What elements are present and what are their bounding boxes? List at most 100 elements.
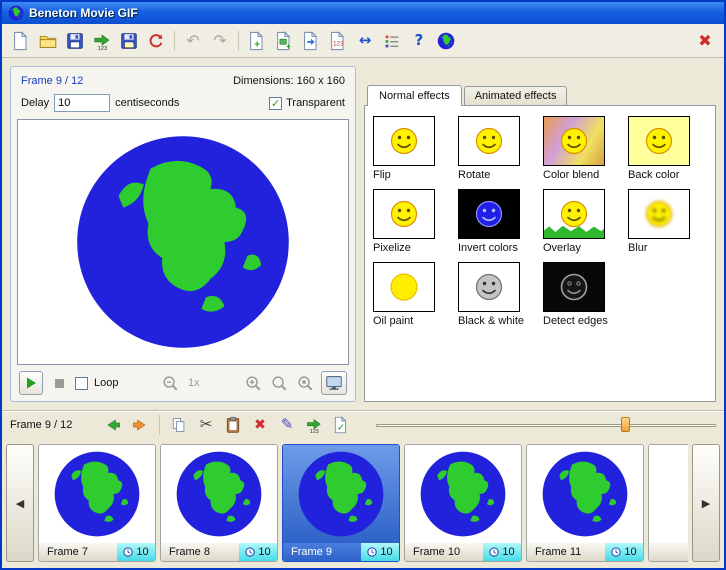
resize-button[interactable]: ↔: [352, 28, 378, 54]
copy-frame-button[interactable]: [167, 413, 191, 437]
slider-track[interactable]: [376, 423, 716, 427]
fullscreen-preview-button[interactable]: [321, 371, 348, 395]
svg-text:+: +: [286, 42, 291, 51]
close-button[interactable]: ✖: [692, 28, 718, 54]
add-frame-button[interactable]: +: [244, 28, 270, 54]
save-frames-button[interactable]: 123: [116, 28, 142, 54]
filmstrip-frame-partial[interactable]: [648, 444, 688, 562]
frame-name-label: Frame 11: [527, 543, 605, 561]
frame-delay-badge: 10: [239, 543, 277, 561]
cut-frame-button[interactable]: ✂: [194, 413, 218, 437]
zoom-out-button[interactable]: [160, 373, 180, 393]
effects-tab[interactable]: Animated effects: [463, 86, 568, 105]
delete-frame-button[interactable]: ✖: [248, 413, 272, 437]
help-button[interactable]: ?: [406, 28, 432, 54]
transparent-checkbox[interactable]: ✓: [269, 96, 283, 110]
previous-frame-button[interactable]: [101, 413, 125, 437]
detect-edges-effect-thumb: [543, 262, 605, 312]
export-123-icon: [307, 418, 321, 434]
export-frame-button[interactable]: [302, 413, 326, 437]
save-icon: [67, 32, 83, 49]
delay-input[interactable]: [54, 94, 111, 112]
refresh-button[interactable]: [143, 28, 169, 54]
filmstrip-frame[interactable]: Frame 11 10: [526, 444, 644, 562]
overlay-effect-thumb: [543, 189, 605, 239]
play-button[interactable]: [19, 371, 43, 395]
frame-slider[interactable]: [376, 416, 716, 434]
effect-label: Color blend: [543, 169, 600, 181]
delay-unit-label: centiseconds: [115, 97, 180, 109]
apply-check-icon: ✓: [334, 416, 346, 433]
undo-button[interactable]: ↶: [180, 28, 206, 54]
filmstrip-scroll-right-button[interactable]: ▶: [692, 444, 720, 562]
effect-item[interactable]: Detect edges: [543, 262, 622, 327]
effects-panel: Normal effects Animated effects Flip Rot…: [364, 66, 716, 402]
filmstrip-frame[interactable]: Frame 7 10: [38, 444, 156, 562]
effect-item[interactable]: Flip: [373, 116, 452, 181]
redo-button[interactable]: ↷: [207, 28, 233, 54]
stop-button[interactable]: [49, 373, 69, 393]
effect-item[interactable]: Back color: [628, 116, 707, 181]
paste-icon: [226, 416, 240, 433]
transparent-label: Transparent: [286, 97, 345, 109]
frame-thumbnail: [405, 445, 521, 543]
app-icon: [8, 5, 24, 21]
close-icon: ✖: [698, 30, 712, 50]
slider-handle[interactable]: [620, 416, 630, 432]
effect-label: Oil paint: [373, 315, 414, 327]
frame-list-button[interactable]: [379, 28, 405, 54]
effect-item[interactable]: Rotate: [458, 116, 537, 181]
frame-bar: [649, 543, 688, 561]
filmstrip-frame[interactable]: Frame 10 10: [404, 444, 522, 562]
frame-thumbnail: [161, 445, 277, 543]
add-frames-123-button[interactable]: 123: [325, 28, 351, 54]
color-blend-effect-thumb: [543, 116, 605, 166]
frame-toolbar: Frame 9 / 12 ✂ ✖ ✎ ✓: [2, 410, 724, 438]
effects-tab[interactable]: Normal effects: [367, 85, 462, 106]
edit-frame-button[interactable]: ✎: [275, 413, 299, 437]
rotate-effect-thumb: [458, 116, 520, 166]
frame-thumbnail: [527, 445, 643, 543]
globe-thumbnail-icon: [420, 451, 506, 537]
filmstrip-frame[interactable]: Frame 9 10: [282, 444, 400, 562]
refresh-icon: [149, 33, 163, 47]
stop-icon: [54, 378, 64, 388]
loop-checkbox[interactable]: ✓: [75, 376, 88, 390]
zoom-fit-button[interactable]: [269, 373, 289, 393]
main-toolbar: 123 ↶ ↷ + + 123 ↔ ? ✖: [2, 24, 724, 58]
smiley-icon: [560, 127, 588, 155]
zoom-original-button[interactable]: [295, 373, 315, 393]
effect-item[interactable]: Color blend: [543, 116, 622, 181]
effect-item[interactable]: Pixelize: [373, 189, 452, 254]
frame-bar: Frame 10 10: [405, 543, 521, 561]
black-white-effect-thumb: [458, 262, 520, 312]
new-file-button[interactable]: [8, 28, 34, 54]
export-frames-button[interactable]: [89, 28, 115, 54]
add-frame-from-clipboard-button[interactable]: [298, 28, 324, 54]
open-file-button[interactable]: [35, 28, 61, 54]
effect-item[interactable]: Invert colors: [458, 189, 537, 254]
globe-thumbnail-icon: [54, 451, 140, 537]
effect-item[interactable]: Oil paint: [373, 262, 452, 327]
loop-label: Loop: [94, 377, 119, 389]
clock-icon: [611, 547, 622, 557]
delay-label: Delay: [21, 97, 50, 109]
effect-item[interactable]: Blur: [628, 189, 707, 254]
apply-button[interactable]: ✓: [329, 413, 353, 437]
save-button[interactable]: [62, 28, 88, 54]
frame-preview: [17, 119, 349, 365]
effect-item[interactable]: Black & white: [458, 262, 537, 327]
clock-icon: [489, 547, 500, 557]
add-frame-from-file-icon: +: [277, 31, 291, 51]
smiley-icon: [390, 273, 418, 301]
filmstrip-frame[interactable]: Frame 8 10: [160, 444, 278, 562]
filmstrip-scroll-left-button[interactable]: ◀: [6, 444, 34, 562]
next-frame-button[interactable]: [128, 413, 152, 437]
globe-thumbnail-icon: [298, 451, 384, 537]
frame-bar: Frame 11 10: [527, 543, 643, 561]
effect-item[interactable]: Overlay: [543, 189, 622, 254]
website-button[interactable]: [433, 28, 459, 54]
zoom-in-button[interactable]: [243, 373, 263, 393]
paste-frame-button[interactable]: [221, 413, 245, 437]
add-frame-from-file-button[interactable]: +: [271, 28, 297, 54]
